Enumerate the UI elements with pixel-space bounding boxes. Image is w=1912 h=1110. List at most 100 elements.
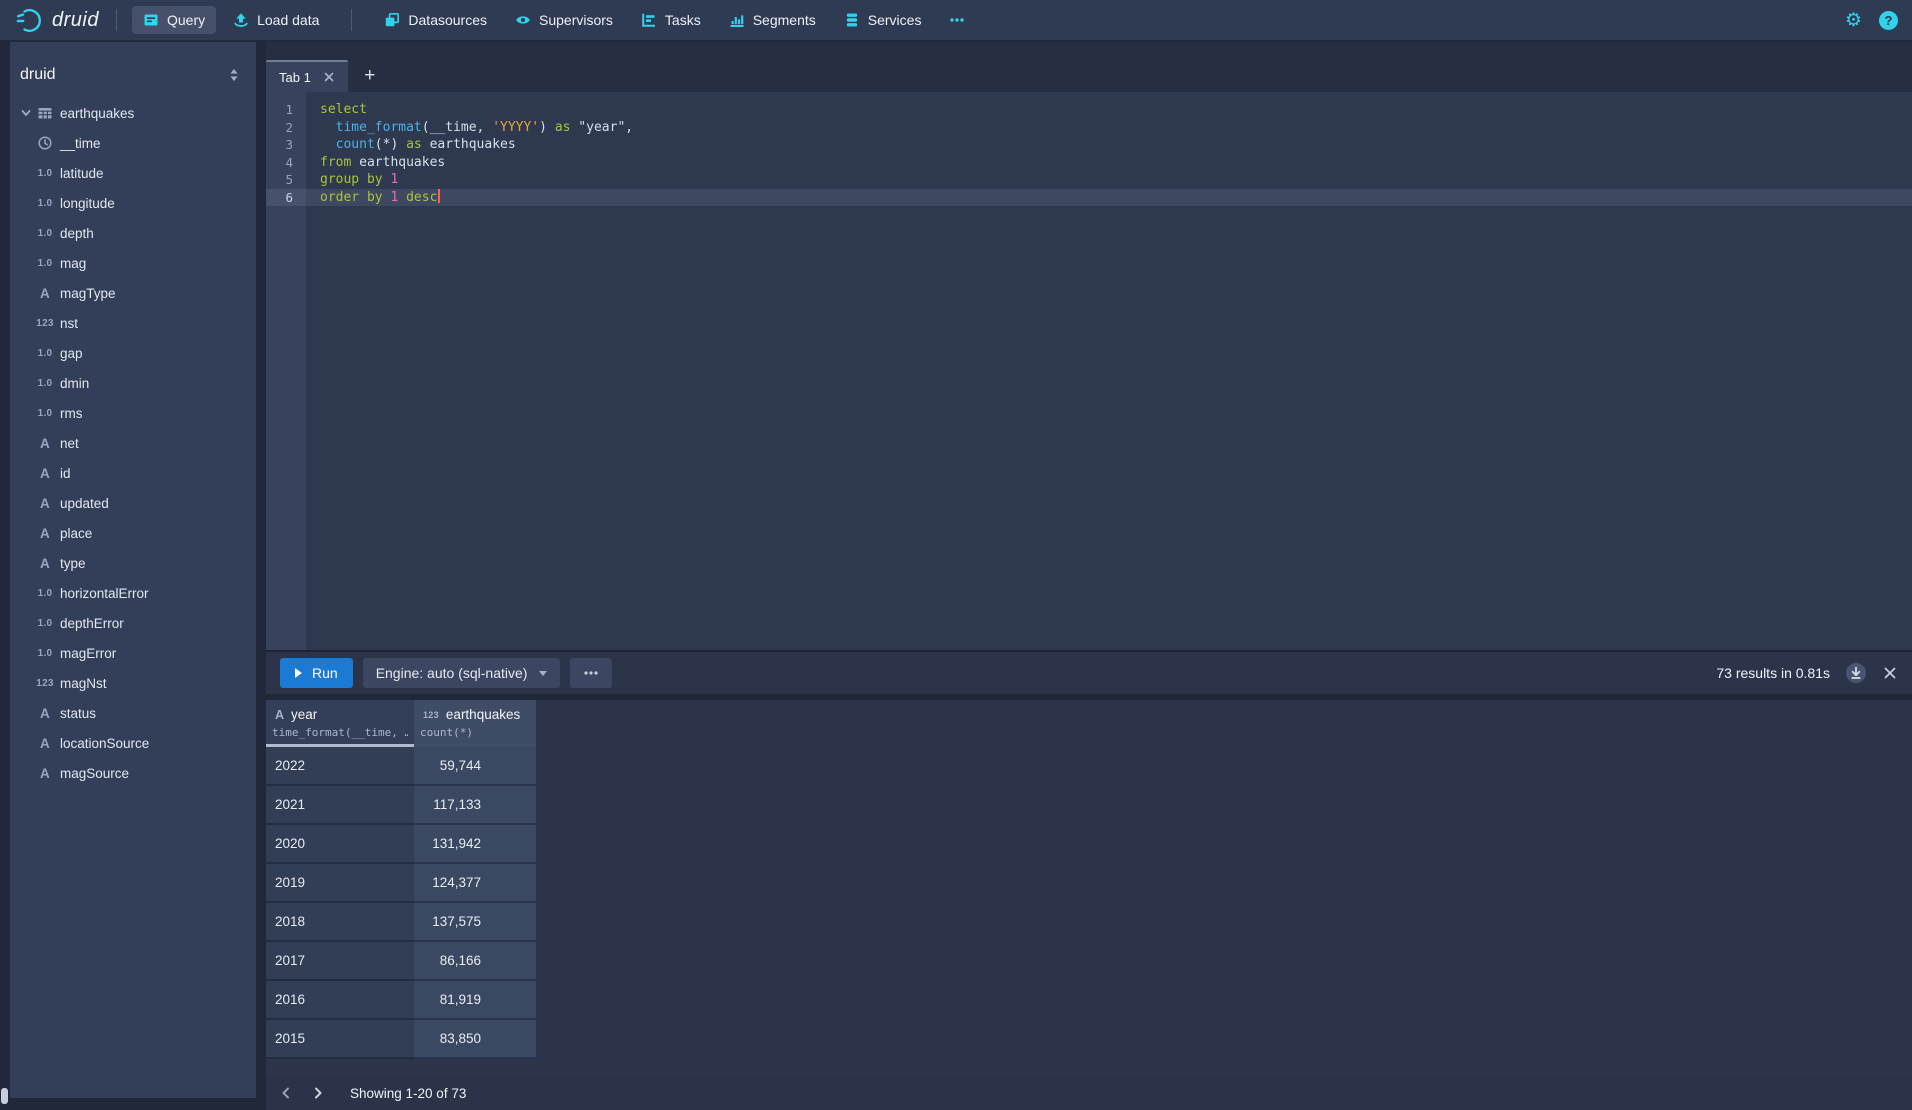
nav-item-services[interactable]: Services [833,6,933,34]
cell-year[interactable]: 2021 [266,786,414,825]
field-name: rms [60,406,83,421]
editor-line[interactable]: time_format(__time, 'YYYY') as "year", [306,119,1912,137]
cell-year[interactable]: 2022 [266,747,414,786]
tab-query-1[interactable]: Tab 1 [266,60,348,92]
field-row-id[interactable]: Aid [10,458,256,488]
close-tab-icon[interactable] [323,71,335,83]
field-row-gap[interactable]: 1.0gap [10,338,256,368]
pagination-label: Showing 1-20 of 73 [350,1086,466,1101]
field-name: magType [60,286,116,301]
field-row-time[interactable]: __time [10,128,256,158]
scrollbar-thumb[interactable] [1,1088,8,1104]
field-row-updated[interactable]: Aupdated [10,488,256,518]
field-row-nst[interactable]: 123nst [10,308,256,338]
field-row-longitude[interactable]: 1.0longitude [10,188,256,218]
run-bar: Run Engine: auto (sql-native) 73 results… [266,650,1912,694]
more-icon [949,12,965,28]
tab-bar: Tab 1 + [266,42,1912,92]
field-row-horizontalerror[interactable]: 1.0horizontalError [10,578,256,608]
engine-select[interactable]: Engine: auto (sql-native) [363,658,561,688]
field-row-magtype[interactable]: AmagType [10,278,256,308]
string-type-icon: A [275,708,284,722]
new-tab-button[interactable]: + [348,60,392,92]
sql-token: time_format [336,120,422,135]
result-status: 73 results in 0.81s [1716,665,1830,681]
query-more-button[interactable] [570,658,612,688]
sql-token: ) [539,120,555,135]
cell-value: 137,575 [423,914,481,929]
cell-earthquakes[interactable]: 117,133 [414,786,536,825]
editor-line[interactable]: from earthquakes [306,154,1912,172]
field-name: magNst [60,676,107,691]
nav-divider [351,9,352,31]
cell-year[interactable]: 2018 [266,903,414,942]
field-row-magnst[interactable]: 123magNst [10,668,256,698]
cell-earthquakes[interactable]: 59,744 [414,747,536,786]
close-results-icon[interactable] [1882,665,1898,681]
chevron-down-icon[interactable] [20,107,32,119]
result-status-group: 73 results in 0.81s [1716,662,1898,684]
cell-earthquakes[interactable]: 137,575 [414,903,536,942]
cell-year[interactable]: 2020 [266,825,414,864]
field-name: dmin [60,376,89,391]
download-icon[interactable] [1845,662,1867,684]
nav-item-more[interactable] [938,6,976,34]
integer-type-icon: 123 [37,318,53,329]
cell-year[interactable]: 2015 [266,1020,414,1059]
field-row-rms[interactable]: 1.0rms [10,398,256,428]
string-type-icon: A [37,436,53,451]
next-page-button[interactable] [302,1079,334,1107]
field-row-deptherror[interactable]: 1.0depthError [10,608,256,638]
help-icon[interactable]: ? [1879,11,1898,30]
editor-line[interactable]: select [306,101,1912,119]
sql-token: as [406,137,422,152]
nav-item-query[interactable]: Query [132,6,216,34]
cell-earthquakes[interactable]: 124,377 [414,864,536,903]
cell-earthquakes[interactable]: 86,166 [414,942,536,981]
field-row-dmin[interactable]: 1.0dmin [10,368,256,398]
field-row-status[interactable]: Astatus [10,698,256,728]
cell-year[interactable]: 2019 [266,864,414,903]
prev-page-button[interactable] [270,1079,302,1107]
column-header-earthquakes[interactable]: 123 earthquakes count(*) [414,700,536,747]
column-header-year[interactable]: A year time_format(__time, … [266,700,414,747]
nav-item-load-data[interactable]: Load data [222,6,330,34]
cell-year[interactable]: 2016 [266,981,414,1020]
editor-line[interactable]: group by 1 [306,171,1912,189]
cell-earthquakes[interactable]: 81,919 [414,981,536,1020]
sql-editor[interactable]: 123456 select time_format(__time, 'YYYY'… [266,92,1912,650]
field-row-depth[interactable]: 1.0depth [10,218,256,248]
string-type-icon: A [37,466,53,481]
sql-token [320,137,336,152]
run-button[interactable]: Run [280,658,353,688]
field-row-place[interactable]: Aplace [10,518,256,548]
field-name: gap [60,346,83,361]
nav-item-tasks[interactable]: Tasks [630,6,712,34]
tasks-icon [641,12,657,28]
field-row-locationsource[interactable]: AlocationSource [10,728,256,758]
table-row: 201583,850 [266,1020,1912,1059]
field-row-magerror[interactable]: 1.0magError [10,638,256,668]
settings-gear-icon[interactable]: ⚙ [1845,11,1862,30]
field-row-mag[interactable]: 1.0mag [10,248,256,278]
cell-year[interactable]: 2017 [266,942,414,981]
field-row-net[interactable]: Anet [10,428,256,458]
number-type-icon: 123 [423,710,439,720]
editor-line[interactable]: order by 1 desc [306,189,1912,207]
sql-token: 'YYYY' [492,120,539,135]
brand[interactable]: druid [14,7,101,34]
nav-item-segments[interactable]: Segments [718,6,827,34]
cell-earthquakes[interactable]: 83,850 [414,1020,536,1059]
editor-code[interactable]: select time_format(__time, 'YYYY') as "y… [306,92,1912,650]
field-row-type[interactable]: Atype [10,548,256,578]
float-type-icon: 1.0 [37,168,53,179]
field-row-magsource[interactable]: AmagSource [10,758,256,788]
nav-item-supervisors[interactable]: Supervisors [504,6,624,34]
double-caret-sort-icon[interactable] [227,67,241,83]
sql-token [398,190,406,205]
cell-earthquakes[interactable]: 131,942 [414,825,536,864]
table-row-earthquakes[interactable]: earthquakes [10,98,256,128]
field-row-latitude[interactable]: 1.0latitude [10,158,256,188]
nav-item-datasources[interactable]: Datasources [373,6,498,34]
editor-line[interactable]: count(*) as earthquakes [306,136,1912,154]
